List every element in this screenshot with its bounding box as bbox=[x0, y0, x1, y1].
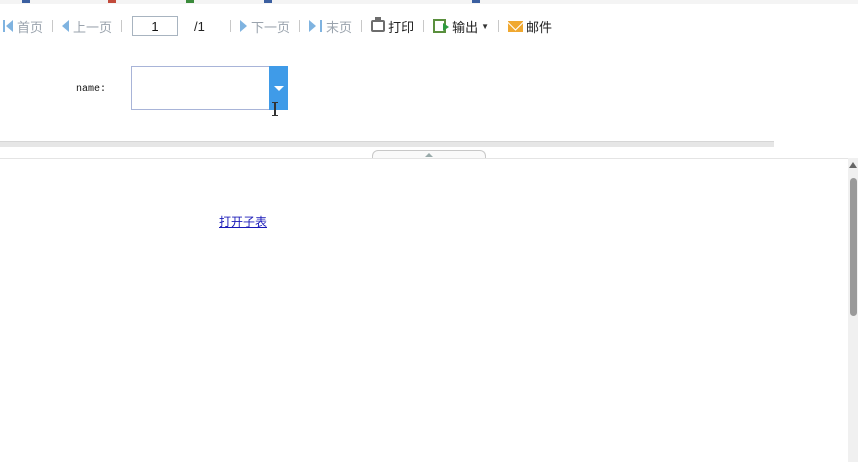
name-combobox[interactable] bbox=[131, 66, 288, 110]
chevron-down-icon: ▼ bbox=[481, 21, 490, 31]
toolbar-separator bbox=[299, 20, 301, 32]
chevron-down-icon bbox=[273, 85, 284, 91]
report-toolbar: 首页 上一页 /1 下一页 末页 打印 输出 ▼ 邮件 bbox=[0, 8, 858, 44]
mail-button[interactable]: 邮件 bbox=[505, 16, 555, 36]
parameter-panel: name: bbox=[0, 44, 858, 144]
prev-page-icon bbox=[62, 20, 70, 32]
last-page-arrow-icon bbox=[309, 20, 317, 32]
export-label: 输出 bbox=[452, 19, 479, 35]
last-page-button[interactable]: 末页 bbox=[306, 16, 355, 36]
printer-icon bbox=[371, 17, 386, 32]
next-page-icon bbox=[240, 20, 248, 32]
next-page-button[interactable]: 下一页 bbox=[237, 16, 293, 36]
name-label: name: bbox=[76, 84, 107, 95]
export-icon bbox=[433, 19, 450, 33]
name-dropdown-button[interactable] bbox=[269, 66, 288, 110]
text-cursor-icon bbox=[272, 102, 278, 116]
name-input[interactable] bbox=[131, 66, 270, 110]
first-page-button[interactable]: 首页 bbox=[0, 16, 46, 36]
page-number-input[interactable] bbox=[132, 16, 179, 36]
toolbar-separator bbox=[361, 20, 363, 32]
last-page-icon bbox=[320, 20, 323, 32]
mail-label: 邮件 bbox=[526, 19, 553, 35]
export-button[interactable]: 输出 ▼ bbox=[430, 16, 492, 36]
page-total: /1 bbox=[194, 18, 205, 34]
toolbar-separator bbox=[230, 20, 232, 32]
top-strip bbox=[0, 0, 858, 4]
panel-splitter[interactable] bbox=[0, 141, 774, 147]
next-page-label: 下一页 bbox=[251, 19, 291, 35]
report-content: 打开子表 bbox=[0, 158, 848, 463]
first-page-arrow-icon bbox=[6, 20, 13, 32]
toolbar-separator bbox=[498, 20, 500, 32]
mail-icon bbox=[508, 20, 524, 32]
prev-page-button[interactable]: 上一页 bbox=[59, 16, 115, 36]
toolbar-separator bbox=[52, 20, 54, 32]
toolbar-separator bbox=[121, 20, 123, 32]
prev-page-label: 上一页 bbox=[73, 19, 113, 35]
first-page-icon bbox=[3, 20, 5, 32]
first-page-label: 首页 bbox=[17, 19, 44, 35]
open-subtable-link[interactable]: 打开子表 bbox=[219, 213, 267, 230]
scroll-thumb[interactable] bbox=[850, 178, 857, 316]
toolbar-separator bbox=[423, 20, 425, 32]
vertical-scrollbar[interactable] bbox=[848, 158, 858, 462]
print-button[interactable]: 打印 bbox=[368, 16, 417, 36]
scroll-up-icon[interactable] bbox=[849, 162, 857, 168]
last-page-label: 末页 bbox=[326, 19, 353, 35]
chevron-up-icon bbox=[425, 153, 433, 157]
print-label: 打印 bbox=[388, 19, 415, 35]
